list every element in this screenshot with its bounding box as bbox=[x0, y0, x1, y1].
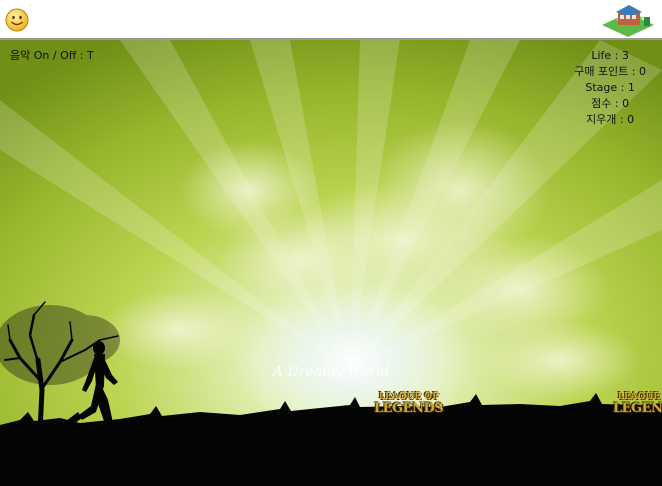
lol-logo-bottom: LEGENDS bbox=[374, 401, 444, 416]
scene-background bbox=[0, 40, 662, 486]
purchase-points-counter: 구매 포인트 : 0 bbox=[574, 65, 646, 78]
game-window: A Dreamy World LEAGUE OF LEGENDS LEAGUE … bbox=[0, 0, 662, 486]
lol-logo-right: LEAGUE OF LEGENDS bbox=[613, 392, 662, 416]
music-toggle-status[interactable]: 음악 On / Off : T bbox=[10, 48, 94, 64]
life-counter: Life : 3 bbox=[591, 49, 629, 62]
dreamy-world-watermark: A Dreamy World bbox=[273, 364, 390, 380]
score-counter: 점수 : 0 bbox=[591, 97, 630, 110]
lol-logo-center: LEAGUE OF LEGENDS bbox=[374, 392, 444, 416]
stats-panel: Life : 3 구매 포인트 : 0 Stage : 1 점수 : 0 지우개… bbox=[574, 48, 646, 128]
smiley-face-icon[interactable] bbox=[5, 8, 29, 32]
eraser-counter: 지우개 : 0 bbox=[586, 113, 635, 126]
house-icon[interactable] bbox=[600, 3, 656, 37]
top-toolbar bbox=[0, 0, 662, 40]
game-scene[interactable]: A Dreamy World LEAGUE OF LEGENDS LEAGUE … bbox=[0, 40, 662, 486]
lol-logo-bottom: LEGENDS bbox=[613, 401, 662, 416]
stage-counter: Stage : 1 bbox=[585, 81, 635, 94]
